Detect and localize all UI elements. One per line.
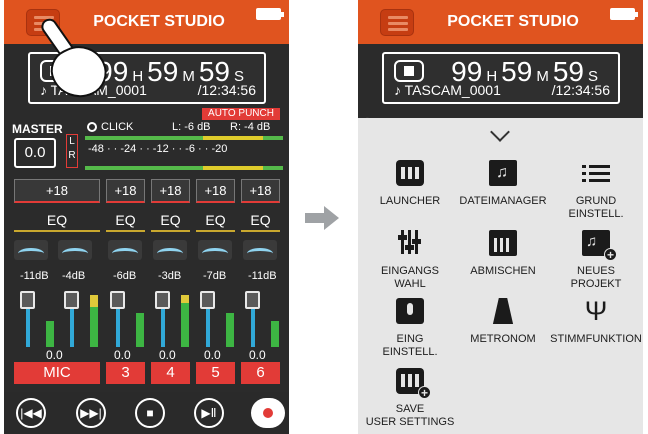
click-toggle-icon[interactable]: [87, 122, 97, 132]
right-peak-readout: R: -4 dB: [230, 121, 271, 133]
meter-scale: -48 · · -24 · · -12 · · -6 · · -20: [88, 143, 228, 155]
tuner-icon: Ψ: [584, 296, 608, 326]
level-readout: -11dB: [248, 270, 277, 282]
battery-icon: [610, 8, 638, 20]
metronome-icon: [492, 298, 514, 324]
mixdown-item[interactable]: ABMISCHEN: [455, 230, 551, 292]
eq-button-mic[interactable]: EQ: [14, 210, 100, 232]
project-filename: ♪ TASCAM_0001: [394, 82, 501, 98]
app-title: POCKET STUDIO: [447, 13, 579, 30]
master-label: MASTER: [12, 122, 63, 136]
mixer-screen: POCKET STUDIO 99H59M59S ♪ TASCAM_0001 /1…: [4, 0, 289, 434]
fader-5[interactable]: [198, 285, 244, 347]
pan-knob-3[interactable]: [108, 240, 142, 260]
left-level-meter: [85, 136, 283, 140]
microphone-icon: [396, 298, 424, 324]
channel-3[interactable]: 3: [106, 362, 145, 384]
fader-mic-2[interactable]: [62, 285, 108, 347]
new-project-item[interactable]: + NEUES PROJEKT: [548, 230, 643, 292]
launcher-item[interactable]: LAUNCHER: [362, 160, 458, 222]
gain-control-mic[interactable]: +18: [14, 179, 100, 203]
eq-button-4[interactable]: EQ: [151, 210, 190, 232]
channel-6[interactable]: 6: [241, 362, 280, 384]
level-readout: -6dB: [113, 270, 137, 282]
total-time: /12:34:56: [197, 82, 256, 98]
right-level-meter: [85, 166, 283, 170]
pointing-hand-icon: [32, 15, 116, 108]
channel-5[interactable]: 5: [196, 362, 235, 384]
menu-overlay: LAUNCHER DATEIMANAGER GRUND EINSTELL. EI…: [358, 118, 643, 434]
gain-control-5[interactable]: +18: [196, 179, 235, 203]
level-readout: -7dB: [203, 270, 227, 282]
fader-value-5: 0.0: [204, 348, 221, 362]
fader-4[interactable]: [153, 285, 199, 347]
grid-icon: [396, 160, 424, 186]
save-user-settings-icon: +: [396, 368, 431, 399]
app-header: POCKET STUDIO: [358, 0, 643, 44]
time-counter: 99H59M59S ♪ TASCAM_0001 /12:34:56: [382, 52, 620, 104]
record-button[interactable]: [251, 398, 285, 428]
fader-mic[interactable]: [18, 285, 64, 347]
input-select-item[interactable]: EINGANGS WAHL: [362, 230, 458, 292]
eq-button-5[interactable]: EQ: [196, 210, 235, 232]
click-label[interactable]: CLICK: [101, 121, 133, 133]
gain-control-4[interactable]: +18: [151, 179, 190, 203]
new-project-icon: +: [582, 230, 617, 261]
metronome-item[interactable]: METRONOM: [455, 298, 551, 360]
channel-mic[interactable]: MIC: [14, 362, 100, 384]
pan-knob-4[interactable]: [153, 240, 187, 260]
eq-button-3[interactable]: EQ: [106, 210, 145, 232]
pan-knob-mic-left[interactable]: [14, 240, 48, 260]
master-volume[interactable]: 0.0: [14, 138, 56, 168]
pan-knob-5[interactable]: [198, 240, 232, 260]
total-time: /12:34:56: [551, 82, 610, 98]
fader-6[interactable]: [243, 285, 289, 347]
stop-icon[interactable]: ■: [135, 398, 165, 428]
lr-indicator: L R: [66, 134, 78, 168]
input-settings-item[interactable]: EING EINSTELL.: [362, 298, 458, 360]
menu-screen: POCKET STUDIO 99 H 59 M 59 S ♪ TASCAM_0001 /1…: [358, 0, 643, 434]
battery-icon: [256, 8, 284, 20]
stop-status-icon: [394, 60, 424, 82]
music-folder-icon: [489, 160, 517, 186]
mix-icon: [489, 230, 517, 256]
right-arrow-icon: [305, 206, 339, 230]
chevron-down-icon[interactable]: [490, 122, 510, 142]
tuner-item[interactable]: Ψ STIMMFUNKTION: [548, 298, 643, 360]
auto-punch-button[interactable]: AUTO PUNCH: [202, 108, 280, 120]
fast-forward-icon[interactable]: ▶▶|: [76, 398, 106, 428]
level-readout: -4dB: [62, 270, 86, 282]
fader-value-3: 0.0: [114, 348, 131, 362]
left-peak-readout: L: -6 dB: [172, 121, 211, 133]
fader-value-6: 0.0: [249, 348, 266, 362]
transport-bar: |◀◀ ▶▶| ■ ▶Ⅱ: [4, 392, 289, 434]
menu-button[interactable]: [380, 9, 414, 36]
settings-item[interactable]: GRUND EINSTELL.: [548, 160, 643, 222]
fader-value-mic: 0.0: [46, 348, 63, 362]
gain-control-3[interactable]: +18: [106, 179, 145, 203]
fader-value-4: 0.0: [159, 348, 176, 362]
pan-knob-mic-right[interactable]: [58, 240, 92, 260]
save-user-settings-item[interactable]: + SAVE USER SETTINGS: [362, 368, 458, 430]
list-icon: [582, 160, 610, 186]
pan-knob-6[interactable]: [243, 240, 277, 260]
level-readout: -3dB: [158, 270, 182, 282]
play-pause-icon[interactable]: ▶Ⅱ: [194, 398, 224, 428]
fader-3[interactable]: [108, 285, 154, 347]
rewind-icon[interactable]: |◀◀: [16, 398, 46, 428]
gain-control-6[interactable]: +18: [241, 179, 280, 203]
eq-button-6[interactable]: EQ: [241, 210, 280, 232]
level-readout: -11dB: [20, 270, 49, 282]
input-fader-icon: [396, 230, 424, 256]
file-manager-item[interactable]: DATEIMANAGER: [455, 160, 551, 222]
channel-4[interactable]: 4: [151, 362, 190, 384]
